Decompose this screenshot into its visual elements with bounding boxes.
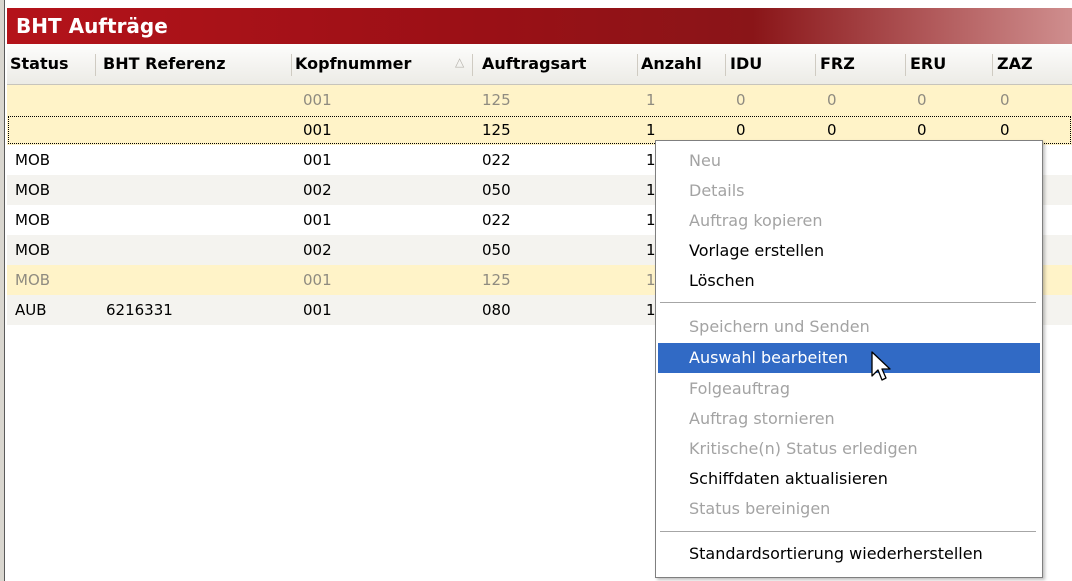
menu-item-folgeauftrag[interactable]: Folgeauftrag — [658, 374, 1040, 404]
column-divider[interactable] — [725, 54, 726, 76]
menu-item-standardsortierung-wiederherstellen[interactable]: Standardsortierung wiederherstellen — [658, 539, 1040, 569]
cell-auftragsart: 022 — [482, 211, 511, 229]
cell-status: MOB — [15, 211, 51, 229]
menu-item-speichern-und-senden[interactable]: Speichern und Senden — [658, 312, 1040, 342]
table-row[interactable]: 001 125 1 0 0 0 0 — [7, 85, 1072, 115]
cell-eru: 0 — [917, 91, 927, 109]
column-header-auftragsart[interactable]: Auftragsart — [482, 44, 586, 84]
menu-separator — [660, 302, 1036, 304]
left-window-border — [0, 0, 7, 581]
menu-item-status-bereinigen[interactable]: Status bereinigen — [658, 494, 1040, 524]
cell-auftragsart: 125 — [482, 271, 511, 289]
menu-item-kritische-status-erledigen[interactable]: Kritische(n) Status erledigen — [658, 434, 1040, 464]
cell-kopfnummer: 001 — [303, 121, 332, 139]
panel-title: BHT Aufträge — [7, 8, 1072, 44]
column-header-frz[interactable]: FRZ — [820, 44, 855, 84]
cell-kopfnummer: 001 — [303, 271, 332, 289]
cell-status: MOB — [15, 181, 51, 199]
menu-item-details[interactable]: Details — [658, 176, 1040, 206]
table-header: Status BHT Referenz Kopfnummer △ Auftrag… — [7, 44, 1072, 85]
cell-kopfnummer: 001 — [303, 211, 332, 229]
column-header-zaz[interactable]: ZAZ — [997, 44, 1033, 84]
cell-auftragsart: 125 — [482, 91, 511, 109]
cell-kopfnummer: 001 — [303, 151, 332, 169]
menu-item-schiffdaten-aktualisieren[interactable]: Schiffdaten aktualisieren — [658, 464, 1040, 494]
cell-status: MOB — [15, 241, 51, 259]
column-divider[interactable] — [637, 54, 638, 76]
cell-kopfnummer: 001 — [303, 91, 332, 109]
column-header-anzahl[interactable]: Anzahl — [641, 44, 702, 84]
menu-item-auftrag-kopieren[interactable]: Auftrag kopieren — [658, 206, 1040, 236]
menu-item-neu[interactable]: Neu — [658, 146, 1040, 176]
cell-kopfnummer: 002 — [303, 241, 332, 259]
column-divider[interactable] — [815, 54, 816, 76]
cell-auftragsart: 050 — [482, 241, 511, 259]
column-header-bht-referenz[interactable]: BHT Referenz — [103, 44, 226, 84]
cell-anzahl: 1 — [646, 91, 656, 109]
column-header-idu[interactable]: IDU — [730, 44, 762, 84]
menu-item-vorlage-erstellen[interactable]: Vorlage erstellen — [658, 236, 1040, 266]
mouse-pointer-icon — [871, 351, 891, 381]
cell-auftragsart: 022 — [482, 151, 511, 169]
column-divider[interactable] — [992, 54, 993, 76]
cell-kopfnummer: 002 — [303, 181, 332, 199]
cell-auftragsart: 080 — [482, 301, 511, 319]
cell-auftragsart: 125 — [482, 121, 511, 139]
column-divider[interactable] — [95, 54, 96, 76]
cell-auftragsart: 050 — [482, 181, 511, 199]
cell-status: MOB — [15, 271, 51, 289]
menu-separator — [660, 531, 1036, 533]
column-header-eru[interactable]: ERU — [910, 44, 946, 84]
menu-item-auftrag-stornieren[interactable]: Auftrag stornieren — [658, 404, 1040, 434]
sort-ascending-icon: △ — [455, 55, 465, 69]
cell-idu: 0 — [736, 91, 746, 109]
column-header-status[interactable]: Status — [10, 44, 69, 84]
column-header-kopfnummer[interactable]: Kopfnummer — [295, 44, 411, 84]
cell-frz: 0 — [827, 91, 837, 109]
column-divider[interactable] — [472, 54, 473, 76]
menu-item-loeschen[interactable]: Löschen — [658, 266, 1040, 296]
menu-item-auswahl-bearbeiten[interactable]: Auswahl bearbeiten — [658, 343, 1040, 373]
cell-bht-referenz: 6216331 — [106, 301, 173, 319]
context-menu: Neu Details Auftrag kopieren Vorlage ers… — [655, 140, 1043, 578]
cell-status: MOB — [15, 151, 51, 169]
cell-status: AUB — [15, 301, 47, 319]
cell-zaz: 0 — [1000, 91, 1010, 109]
cell-kopfnummer: 001 — [303, 301, 332, 319]
column-divider[interactable] — [291, 54, 292, 76]
column-divider[interactable] — [905, 54, 906, 76]
